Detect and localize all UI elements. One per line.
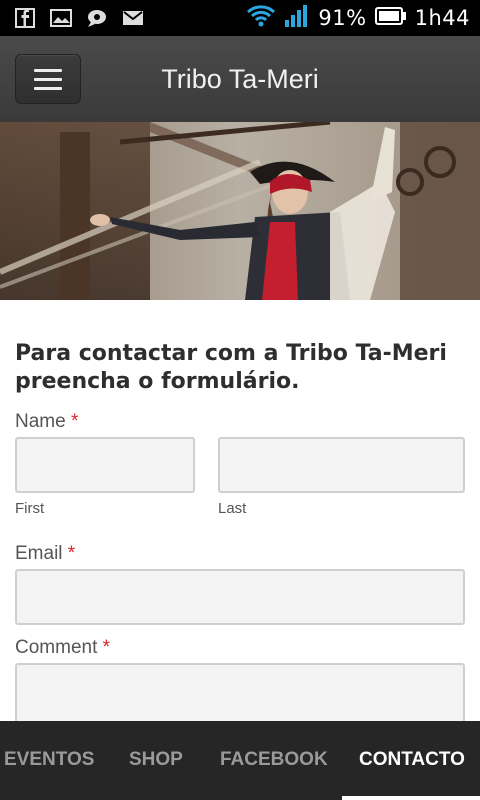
required-marker: * bbox=[67, 543, 76, 564]
clock: 1h44 bbox=[414, 6, 470, 30]
email-input[interactable] bbox=[15, 569, 465, 625]
bottom-nav: EVENTOS SHOP FACEBOOK CONTACTO bbox=[0, 721, 480, 800]
nav-item-contacto[interactable]: CONTACTO bbox=[359, 749, 465, 771]
form-heading: Para contactar com a Tribo Ta-Meri preen… bbox=[15, 341, 447, 394]
gallery-icon bbox=[50, 8, 72, 28]
mail-icon bbox=[122, 8, 144, 28]
first-sublabel: First bbox=[15, 500, 45, 517]
last-sublabel: Last bbox=[218, 500, 247, 517]
app-header: Tribo Ta-Meri bbox=[0, 36, 480, 122]
nav-item-eventos[interactable]: EVENTOS bbox=[4, 749, 94, 771]
email-label: Email * bbox=[15, 543, 76, 564]
required-marker: * bbox=[70, 411, 79, 432]
required-marker: * bbox=[102, 637, 111, 658]
comment-label: Comment * bbox=[15, 637, 111, 658]
nav-item-facebook[interactable]: FACEBOOK bbox=[220, 749, 328, 771]
hero-image bbox=[0, 122, 480, 300]
battery-icon bbox=[374, 7, 407, 29]
active-tab-indicator bbox=[342, 796, 480, 800]
name-label: Name * bbox=[15, 411, 79, 432]
nav-item-shop[interactable]: SHOP bbox=[129, 749, 183, 771]
chat-icon bbox=[86, 8, 108, 28]
status-bar: 91% 1h44 bbox=[0, 0, 480, 36]
battery-percent: 91% bbox=[318, 6, 367, 30]
signal-icon bbox=[284, 4, 310, 32]
facebook-icon bbox=[14, 8, 36, 28]
last-name-input[interactable] bbox=[218, 437, 465, 493]
wifi-icon bbox=[246, 4, 276, 32]
first-name-input[interactable] bbox=[15, 437, 195, 493]
app-title: Tribo Ta-Meri bbox=[161, 64, 319, 94]
